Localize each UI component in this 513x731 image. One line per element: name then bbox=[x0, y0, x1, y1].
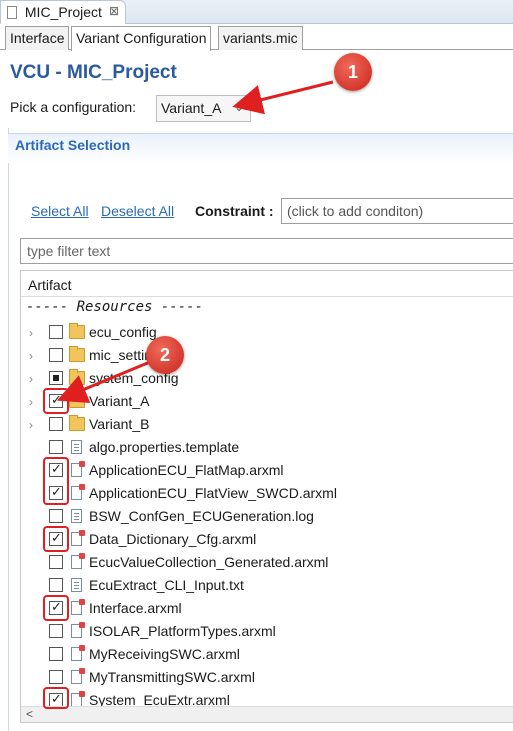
highlight-box bbox=[43, 526, 69, 552]
document-icon bbox=[71, 578, 82, 592]
editor-tab-strip: MIC_Project ⊠ bbox=[0, 0, 513, 24]
editor-tab-label: MIC_Project bbox=[24, 4, 102, 20]
row-label: EcucValueCollection_Generated.arxml bbox=[89, 554, 329, 570]
tree-row[interactable]: ApplicationECU_FlatMap.arxml bbox=[21, 460, 513, 483]
expand-chevron-icon[interactable]: › bbox=[29, 372, 41, 386]
highlight-box bbox=[43, 687, 69, 709]
row-label: ApplicationECU_FlatMap.arxml bbox=[89, 462, 284, 478]
expand-chevron-icon[interactable]: › bbox=[29, 326, 41, 340]
callout-1-arrow bbox=[232, 80, 334, 115]
row-checkbox[interactable] bbox=[49, 348, 63, 362]
callout-badge-1: 1 bbox=[334, 53, 372, 91]
tree-row[interactable]: MyReceivingSWC.arxml bbox=[21, 644, 513, 667]
row-label: Variant_A bbox=[89, 393, 150, 409]
tab-variant-configuration[interactable]: Variant Configuration bbox=[71, 26, 212, 51]
row-label: Interface.arxml bbox=[89, 600, 182, 616]
expand-chevron-icon[interactable]: › bbox=[29, 395, 41, 409]
file-icon bbox=[7, 6, 17, 19]
arxml-file-icon bbox=[71, 691, 85, 707]
arxml-file-icon bbox=[71, 599, 85, 615]
tree-row[interactable]: › ecu_config bbox=[21, 322, 513, 345]
page-tabs: Interface Variant Configuration variants… bbox=[0, 26, 513, 51]
arxml-file-icon bbox=[71, 553, 85, 569]
row-label: ISOLAR_PlatformTypes.arxml bbox=[89, 623, 276, 639]
tree-row[interactable]: › system_config bbox=[21, 368, 513, 391]
tree-row[interactable]: › mic_settings bbox=[21, 345, 513, 368]
expand-chevron-icon[interactable]: › bbox=[29, 349, 41, 363]
tree-row[interactable]: Data_Dictionary_Cfg.arxml bbox=[21, 529, 513, 552]
chevron-down-icon: ⌄ bbox=[233, 100, 244, 114]
column-header-artifact[interactable]: Artifact bbox=[21, 271, 513, 297]
arxml-file-icon bbox=[71, 484, 85, 500]
row-checkbox[interactable] bbox=[49, 647, 63, 661]
arxml-file-icon bbox=[71, 645, 85, 661]
tree-row[interactable]: algo.properties.template bbox=[21, 437, 513, 460]
row-label: BSW_ConfGen_ECUGeneration.log bbox=[89, 508, 314, 524]
pick-configuration-label: Pick a configuration: bbox=[10, 99, 137, 115]
folder-icon bbox=[69, 323, 85, 339]
arxml-file-icon bbox=[71, 461, 85, 477]
row-label: ecu_config bbox=[89, 324, 157, 340]
highlight-box bbox=[43, 595, 69, 621]
row-label: EcuExtract_CLI_Input.txt bbox=[89, 577, 244, 593]
row-checkbox[interactable] bbox=[49, 578, 63, 592]
row-label: MyReceivingSWC.arxml bbox=[89, 646, 240, 662]
row-checkbox[interactable] bbox=[49, 371, 63, 385]
row-label: Variant_B bbox=[89, 416, 150, 432]
row-checkbox[interactable] bbox=[49, 624, 63, 638]
row-checkbox[interactable] bbox=[49, 440, 63, 454]
row-label: MyTransmittingSWC.arxml bbox=[89, 669, 255, 685]
select-all-link[interactable]: Select All bbox=[31, 203, 89, 219]
scroll-left-icon[interactable]: < bbox=[26, 707, 33, 721]
row-checkbox[interactable] bbox=[49, 670, 63, 684]
row-label: algo.properties.template bbox=[89, 439, 240, 455]
tree-row[interactable]: ApplicationECU_FlatView_SWCD.arxml bbox=[21, 483, 513, 506]
folder-icon bbox=[69, 346, 85, 362]
folder-icon bbox=[69, 392, 85, 408]
folder-icon bbox=[69, 415, 85, 431]
configuration-select[interactable]: Variant_A ⌄ bbox=[156, 95, 251, 122]
tree-row[interactable]: EcuExtract_CLI_Input.txt bbox=[21, 575, 513, 598]
arxml-file-icon bbox=[71, 668, 85, 684]
tree-row[interactable]: Interface.arxml bbox=[21, 598, 513, 621]
artifact-tree[interactable]: Artifact ----- Resources ----- › ecu_conf… bbox=[20, 270, 513, 723]
highlight-box bbox=[43, 388, 69, 414]
folder-icon bbox=[69, 369, 85, 385]
deselect-all-link[interactable]: Deselect All bbox=[101, 203, 174, 219]
constraint-label: Constraint : bbox=[195, 203, 274, 219]
tree-row[interactable]: › Variant_B bbox=[21, 414, 513, 437]
editor-tab-mic-project[interactable]: MIC_Project ⊠ bbox=[0, 0, 126, 24]
callout-badge-2: 2 bbox=[146, 336, 184, 374]
tree-row[interactable]: ISOLAR_PlatformTypes.arxml bbox=[21, 621, 513, 644]
horizontal-scrollbar[interactable]: < bbox=[21, 706, 513, 722]
section-title: Artifact Selection bbox=[15, 137, 131, 153]
arxml-file-icon bbox=[71, 622, 85, 638]
arxml-file-icon bbox=[71, 530, 85, 546]
close-icon[interactable]: ⊠ bbox=[109, 4, 119, 18]
filter-input[interactable]: type filter text bbox=[20, 238, 513, 264]
configuration-select-value: Variant_A bbox=[161, 100, 222, 116]
row-checkbox[interactable] bbox=[49, 555, 63, 569]
row-label: Data_Dictionary_Cfg.arxml bbox=[89, 531, 257, 547]
resources-header: ----- Resources ----- bbox=[26, 299, 204, 315]
row-label: ApplicationECU_FlatView_SWCD.arxml bbox=[89, 485, 337, 501]
tree-row[interactable]: MyTransmittingSWC.arxml bbox=[21, 667, 513, 690]
row-checkbox[interactable] bbox=[49, 417, 63, 431]
row-checkbox[interactable] bbox=[49, 325, 63, 339]
tree-row[interactable]: › Variant_A bbox=[21, 391, 513, 414]
tab-variants-mic[interactable]: variants.mic bbox=[218, 26, 303, 50]
page-title: VCU - MIC_Project bbox=[10, 62, 177, 83]
tree-row[interactable]: BSW_ConfGen_ECUGeneration.log bbox=[21, 506, 513, 529]
expand-chevron-icon[interactable]: › bbox=[29, 418, 41, 432]
tab-interface[interactable]: Interface bbox=[5, 26, 70, 50]
tree-row[interactable]: EcucValueCollection_Generated.arxml bbox=[21, 552, 513, 575]
highlight-box bbox=[43, 457, 69, 505]
constraint-input[interactable]: (click to add conditon) bbox=[281, 198, 513, 224]
document-icon bbox=[71, 440, 82, 454]
row-checkbox[interactable] bbox=[49, 509, 63, 523]
document-icon bbox=[71, 509, 82, 523]
